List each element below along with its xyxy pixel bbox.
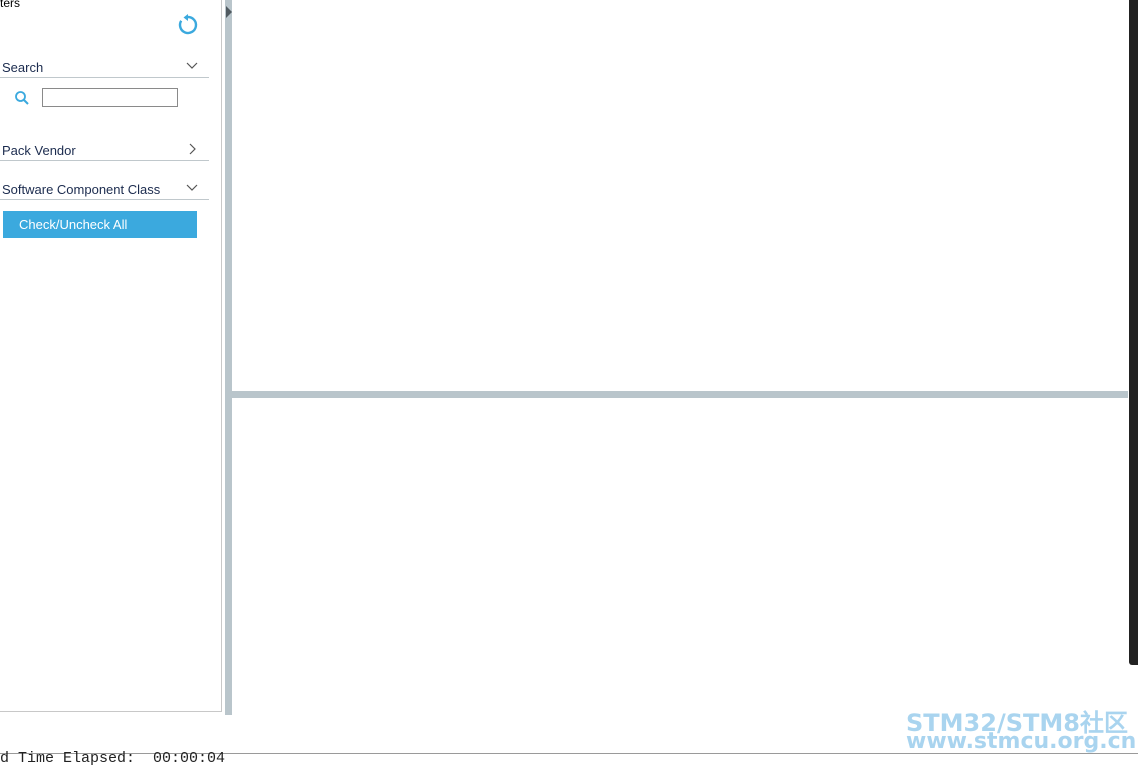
chevron-down-icon: [186, 62, 198, 69]
panel-title: ters: [0, 0, 21, 10]
search-section-label: Search: [2, 60, 44, 75]
check-uncheck-all-button[interactable]: Check/Uncheck All: [3, 211, 197, 238]
pack-vendor-label: Pack Vendor: [2, 143, 76, 158]
top-content-area: [232, 0, 1128, 391]
pack-vendor-section-header[interactable]: Pack Vendor: [0, 138, 209, 161]
search-input[interactable]: [42, 88, 178, 107]
status-text: d Time Elapsed: 00:00:04: [0, 750, 226, 767]
bottom-content-area: [232, 398, 1128, 715]
refresh-icon[interactable]: [177, 14, 199, 36]
right-scrollbar-edge[interactable]: [1129, 0, 1138, 665]
software-component-class-section-header[interactable]: Software Component Class: [0, 177, 209, 200]
software-component-class-label: Software Component Class: [2, 182, 161, 197]
search-icon: [15, 91, 29, 105]
vertical-splitter[interactable]: [225, 0, 232, 715]
chevron-down-icon: [186, 184, 198, 191]
filter-panel: ters Search Pack Vendor Software Compone…: [0, 0, 222, 712]
chevron-right-icon: [189, 143, 196, 155]
horizontal-splitter[interactable]: [232, 391, 1128, 398]
watermark-url: www.stmcu.org.cn: [906, 729, 1137, 754]
search-section-header[interactable]: Search: [0, 55, 209, 78]
